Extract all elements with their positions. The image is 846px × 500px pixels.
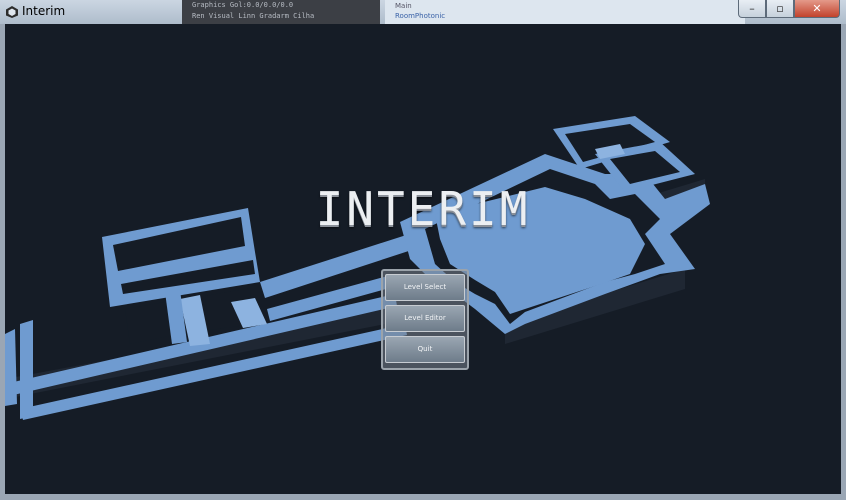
window-title: Interim bbox=[22, 4, 66, 18]
background-editor-panel: Graphics Gol:0.0/0.0/0.0 Ren Visual Linn… bbox=[182, 0, 380, 24]
level-map-render bbox=[5, 116, 710, 420]
background-panel-link: RoomPhotonic bbox=[395, 12, 446, 20]
background-inspector-panel: Main RoomPhotonic bbox=[385, 0, 745, 24]
quit-button[interactable]: Quit bbox=[385, 336, 465, 363]
minimize-button[interactable]: – bbox=[738, 0, 766, 18]
level-editor-button[interactable]: Level Editor bbox=[385, 305, 465, 332]
minimize-icon: – bbox=[749, 2, 755, 15]
application-window: Interim Graphics Gol:0.0/0.0/0.0 Ren Vis… bbox=[0, 0, 846, 500]
window-controls: – ▫ ✕ bbox=[738, 0, 840, 18]
level-select-button[interactable]: Level Select bbox=[385, 274, 465, 301]
game-viewport[interactable]: INTERIM Level Select Level Editor Quit bbox=[5, 24, 841, 494]
game-title: INTERIM bbox=[315, 182, 531, 236]
close-icon: ✕ bbox=[812, 2, 822, 15]
background-panel-text: Graphics Gol:0.0/0.0/0.0 bbox=[192, 1, 294, 9]
maximize-button[interactable]: ▫ bbox=[766, 0, 794, 18]
background-panel-text: Ren Visual Linn Gradarm Cilha bbox=[192, 12, 315, 20]
window-bottom-frame bbox=[0, 494, 846, 500]
background-panel-text: Main bbox=[395, 2, 412, 10]
maximize-icon: ▫ bbox=[776, 2, 784, 15]
unity-icon bbox=[6, 6, 18, 18]
main-menu-panel: Level Select Level Editor Quit bbox=[381, 269, 469, 370]
close-button[interactable]: ✕ bbox=[794, 0, 840, 18]
title-bar[interactable]: Interim Graphics Gol:0.0/0.0/0.0 Ren Vis… bbox=[0, 0, 846, 24]
